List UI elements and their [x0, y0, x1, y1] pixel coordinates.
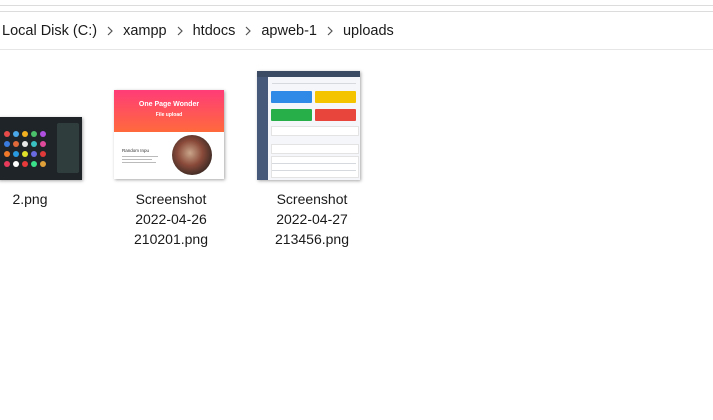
thumbnail-card-red	[315, 109, 356, 121]
breadcrumb-xampp[interactable]: xampp	[121, 23, 169, 39]
chevron-right-icon[interactable]	[237, 26, 259, 36]
thumbnail-section-title: Random Inpu	[122, 148, 150, 153]
breadcrumb-uploads[interactable]: uploads	[341, 23, 396, 39]
file-thumbnail[interactable]: One Page Wonder File upload Random Inpu	[114, 90, 224, 179]
breadcrumb-apweb-1[interactable]: apweb-1	[259, 23, 319, 39]
chevron-right-icon[interactable]	[169, 26, 191, 36]
thumbnail-sidebar	[257, 77, 268, 180]
header-divider	[0, 49, 713, 50]
breadcrumb-local-disk[interactable]: Local Disk (C:)	[0, 23, 99, 39]
thumbnail-chat-panel	[57, 123, 79, 173]
file-thumbnail[interactable]	[257, 71, 360, 180]
thumbnail-hero-title: One Page Wonder	[138, 101, 200, 108]
file-name[interactable]: Screenshot 2022-04-26 210201.png	[126, 189, 216, 249]
thumbnail-hero-subtitle: File upload	[155, 112, 183, 118]
thumbnail-card-green	[271, 109, 312, 121]
thumbnail-table	[271, 156, 359, 178]
file-name[interactable]: 2.png	[0, 189, 64, 209]
chevron-right-icon[interactable]	[99, 26, 121, 36]
top-border-line	[0, 5, 713, 6]
chevron-right-icon[interactable]	[319, 26, 341, 36]
thumbnail-topbar	[257, 71, 360, 77]
thumbnail-card-yellow	[315, 91, 356, 103]
breadcrumb: Local Disk (C:) xampp htdocs apweb-1 upl…	[0, 20, 713, 42]
file-name[interactable]: Screenshot 2022-04-27 213456.png	[267, 189, 357, 249]
thumbnail-card-blue	[271, 91, 312, 103]
thumbnail-photo-circle	[172, 135, 212, 175]
address-bar-top-line	[0, 11, 713, 12]
file-thumbnail[interactable]	[0, 117, 82, 180]
breadcrumb-htdocs[interactable]: htdocs	[191, 23, 238, 39]
thumbnail-hero-banner: One Page Wonder File upload	[114, 90, 224, 132]
